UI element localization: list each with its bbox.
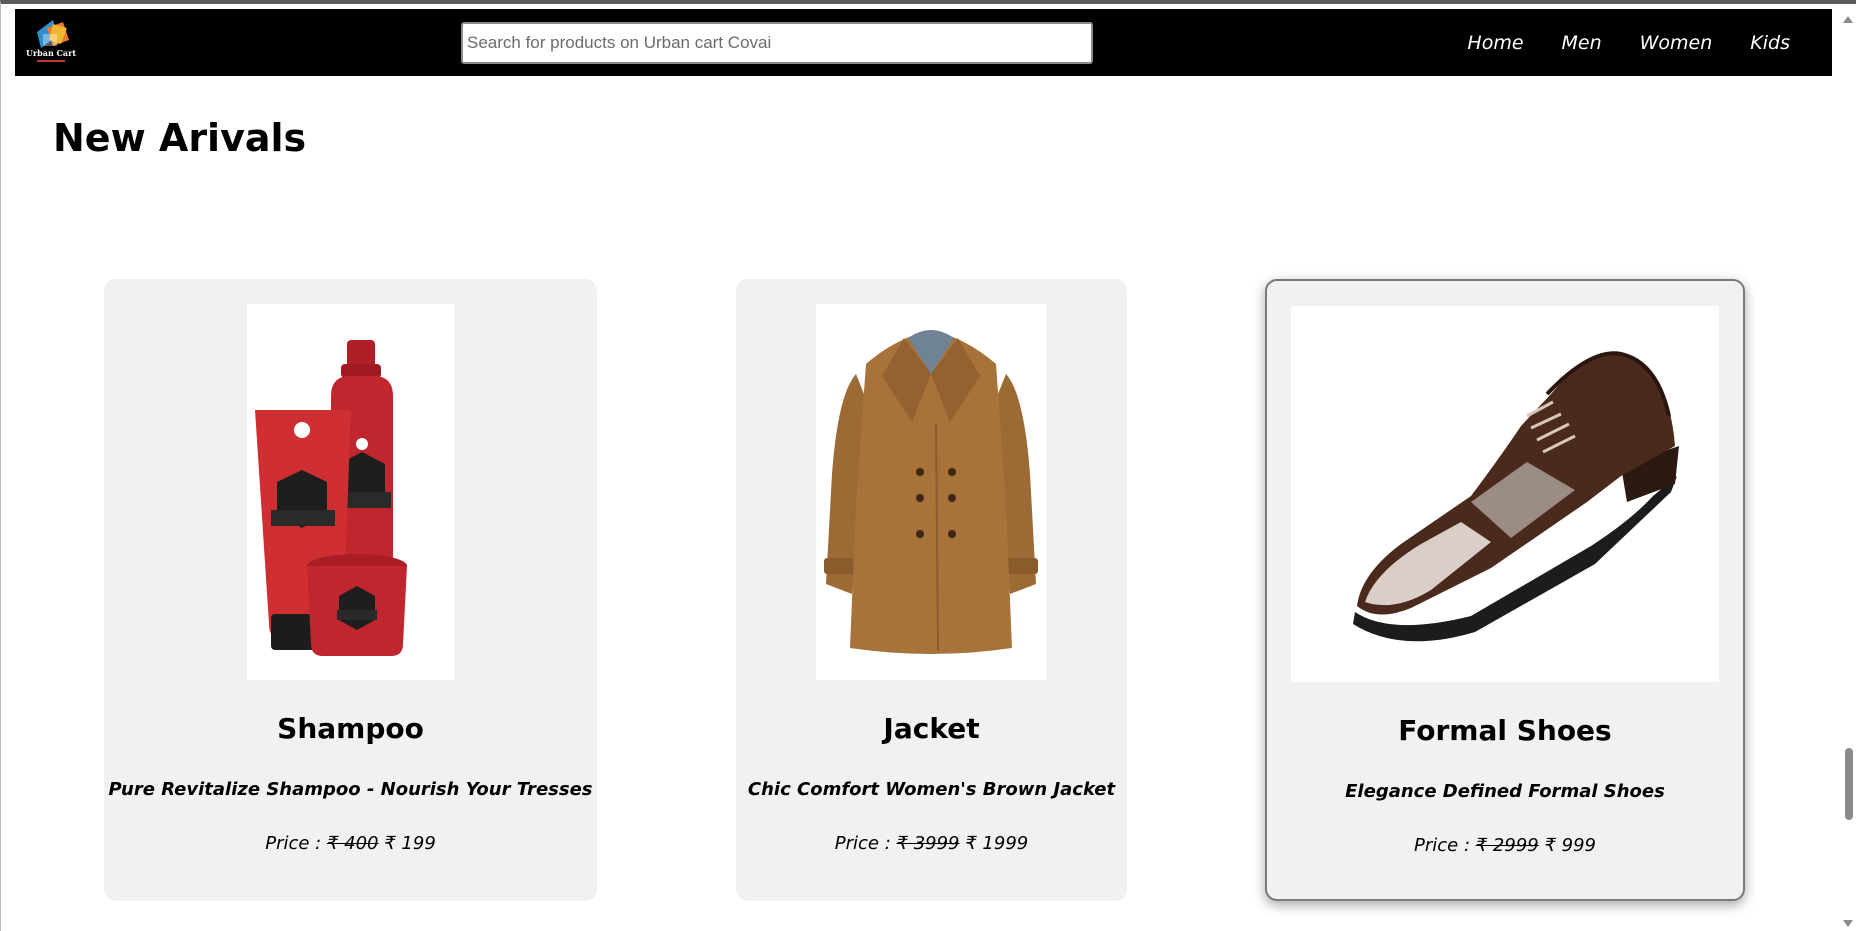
product-description: Chic Comfort Women's Brown Jacket — [747, 779, 1116, 800]
price-prefix: Price : — [834, 833, 897, 854]
product-description: Pure Revitalize Shampoo - Nourish Your T… — [108, 779, 593, 800]
old-price: ₹ 3999 — [896, 833, 960, 854]
product-name: Formal Shoes — [1398, 714, 1612, 747]
product-card-formal-shoes[interactable]: Formal Shoes Elegance Defined Formal Sho… — [1265, 279, 1745, 901]
product-price: Price : ₹ 3999 ₹ 1999 — [736, 833, 1127, 854]
product-image[interactable] — [1291, 306, 1719, 682]
scroll-up-arrow-icon[interactable] — [1843, 16, 1853, 23]
nav-link-women[interactable]: Women — [1640, 32, 1713, 54]
top-navbar: Urban Cart Home Men Women Kids — [15, 9, 1832, 76]
price-prefix: Price : — [1414, 835, 1476, 856]
scroll-thumb[interactable] — [1845, 748, 1853, 820]
old-price: ₹ 400 — [326, 833, 379, 854]
product-price: Price : ₹ 400 ₹ 199 — [104, 833, 597, 854]
logo-text: Urban Cart — [25, 48, 77, 58]
page: Urban Cart Home Men Women Kids New Ariva… — [0, 0, 1856, 931]
new-price: ₹ 1999 — [965, 833, 1029, 854]
section-title: New Arivals — [53, 116, 307, 160]
new-price: ₹ 999 — [1544, 835, 1596, 856]
formal-shoe-icon — [1353, 351, 1679, 642]
logo-underline — [37, 60, 65, 62]
product-price: Price : ₹ 2999 ₹ 999 — [1267, 835, 1743, 856]
brown-coat-icon — [824, 330, 1038, 654]
vertical-scrollbar[interactable] — [1842, 8, 1856, 931]
product-image[interactable] — [247, 304, 454, 680]
product-card-shampoo[interactable]: Shampoo Pure Revitalize Shampoo - Nouris… — [104, 279, 597, 901]
nav-link-men[interactable]: Men — [1562, 32, 1602, 54]
price-prefix: Price : — [265, 833, 327, 854]
nav-link-home[interactable]: Home — [1467, 32, 1523, 54]
product-name: Shampoo — [277, 712, 424, 745]
product-image[interactable] — [816, 304, 1046, 680]
scroll-down-arrow-icon[interactable] — [1843, 920, 1853, 927]
nav-link-kids[interactable]: Kids — [1750, 32, 1790, 54]
search-input[interactable] — [461, 22, 1093, 64]
shampoo-bottles-icon — [255, 340, 407, 656]
product-card-jacket[interactable]: Jacket Chic Comfort Women's Brown Jacket… — [736, 279, 1127, 901]
new-price: ₹ 199 — [384, 833, 436, 854]
main-nav: Home Men Women Kids — [1467, 9, 1790, 76]
brand-logo[interactable]: Urban Cart — [21, 14, 81, 66]
product-description: Elegance Defined Formal Shoes — [1345, 781, 1665, 802]
old-price: ₹ 2999 — [1475, 835, 1539, 856]
product-name: Jacket — [883, 712, 980, 745]
